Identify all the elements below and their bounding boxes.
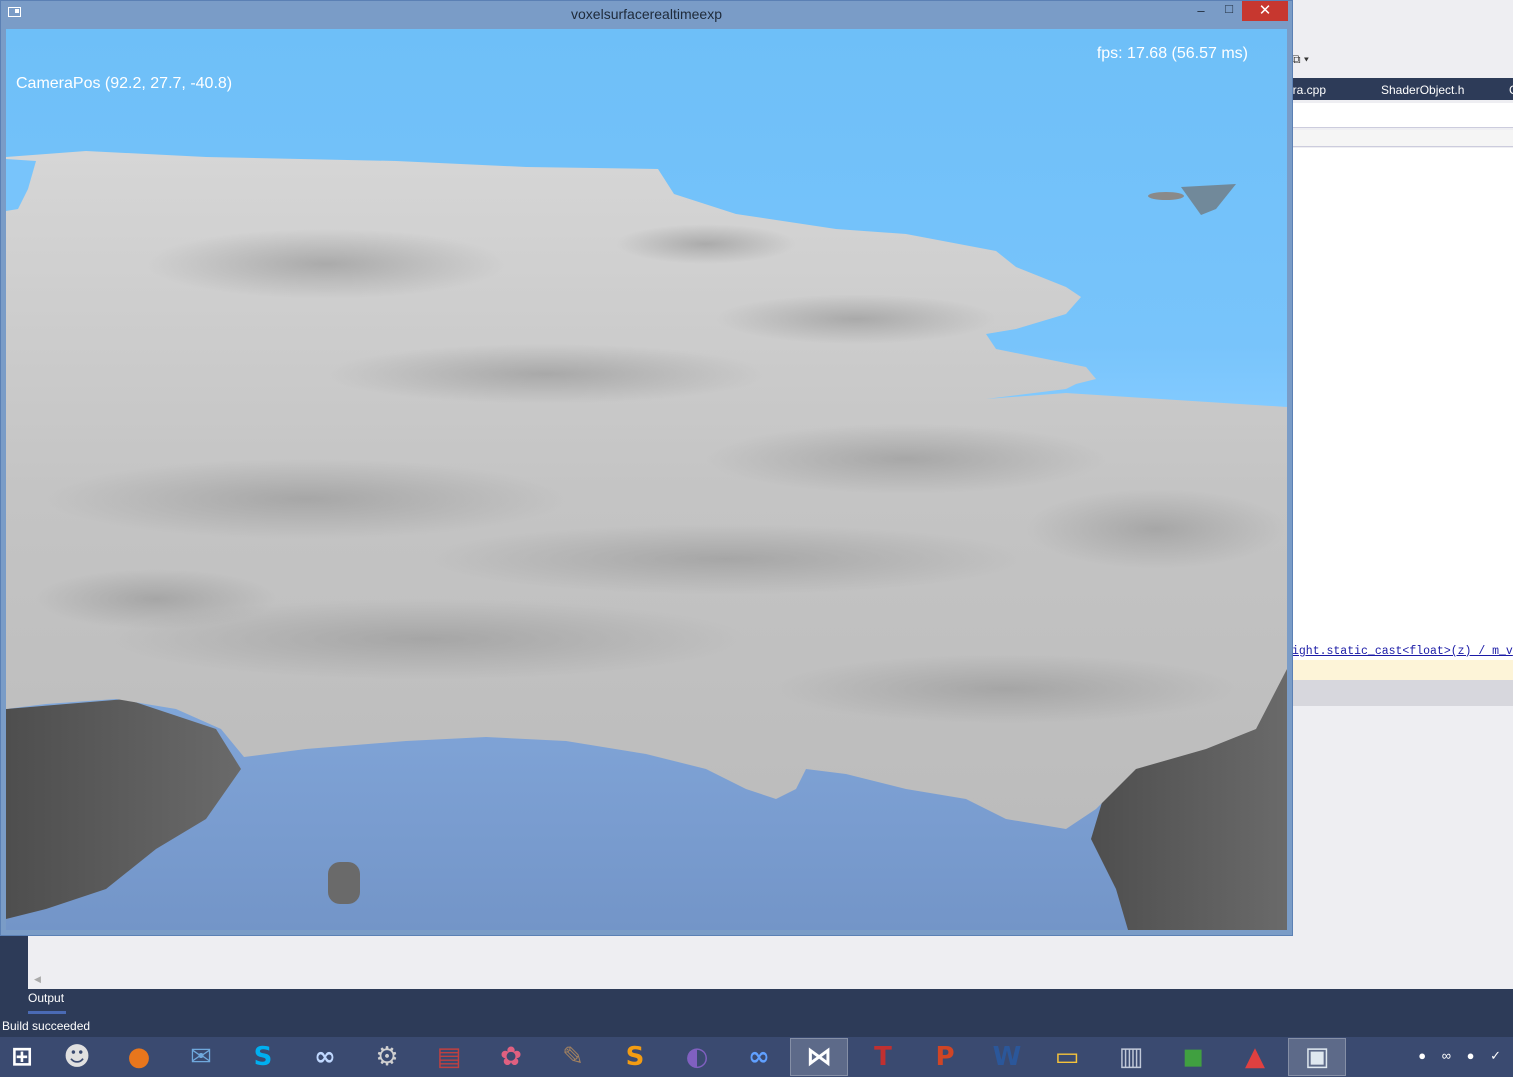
shadow-1: [146, 229, 506, 299]
output-tab-bar: Output: [0, 989, 1513, 1015]
sublime-text-taskbar-button[interactable]: S: [606, 1038, 664, 1076]
shadow-2: [616, 224, 796, 264]
triangle-app-icon: ▲: [1245, 1042, 1265, 1072]
powerpoint-taskbar-button[interactable]: P: [916, 1038, 974, 1076]
firefox-taskbar-button[interactable]: ●: [110, 1038, 168, 1076]
skype-icon: S: [253, 1042, 273, 1072]
visual-studio-taskbar-button[interactable]: ⋈: [790, 1038, 848, 1076]
paint-app-icon: ✿: [500, 1042, 522, 1072]
thunderbird-icon: ✉: [190, 1042, 212, 1072]
infinity-app-icon: ∞: [748, 1042, 770, 1072]
output-panel: [28, 936, 1513, 990]
texmaker-icon: T: [874, 1042, 892, 1072]
3d-viewport[interactable]: fps: 17.68 (56.57 ms) CameraPos (92.2, 2…: [6, 29, 1287, 930]
system-monitor-taskbar-button[interactable]: ▥: [1102, 1038, 1160, 1076]
camera-position: CameraPos (92.2, 27.7, -40.8): [16, 75, 233, 92]
floating-rock-near: [328, 862, 360, 904]
ide-titlebar: ⧉ ▾: [1292, 0, 1513, 76]
maximize-button[interactable]: □: [1215, 1, 1243, 21]
start-button-taskbar-button[interactable]: ⊞: [0, 1038, 44, 1076]
gimp-taskbar-button[interactable]: ✎: [544, 1038, 602, 1076]
chain-app-icon: ∞: [314, 1042, 336, 1072]
eclipse-taskbar-button[interactable]: ◐: [668, 1038, 726, 1076]
shadow-8: [1026, 489, 1286, 569]
green-app-taskbar-button[interactable]: ◼: [1164, 1038, 1222, 1076]
green-app-icon: ◼: [1182, 1042, 1204, 1072]
code-line[interactable]: ight.static_cast<float>(z) / m_v: [1292, 645, 1513, 658]
alien-app-icon: ☻: [63, 1042, 91, 1072]
ide-navigation-bar[interactable]: [1292, 103, 1513, 128]
window-app-taskbar-button[interactable]: ▣: [1288, 1038, 1346, 1076]
window-titlebar[interactable]: voxelsurfacerealtimeexp – □ ✕: [1, 1, 1292, 28]
active-tab-indicator: [28, 1011, 66, 1014]
terrain-render: [6, 151, 1287, 930]
shadow-10: [776, 654, 1236, 724]
minimize-button[interactable]: –: [1187, 3, 1215, 23]
shadow-7: [426, 524, 1026, 594]
status-bar: Build succeeded: [0, 1015, 1513, 1037]
ide-toolbar-overflow-icon[interactable]: ⧉ ▾: [1292, 52, 1309, 67]
triangle-app-taskbar-button[interactable]: ▲: [1226, 1038, 1284, 1076]
system-monitor-icon: ▥: [1118, 1042, 1144, 1072]
tab-output[interactable]: Output: [28, 991, 64, 1005]
chain-app-taskbar-button[interactable]: ∞: [296, 1038, 354, 1076]
rock-lower-left: [6, 699, 241, 919]
thunderbird-taskbar-button[interactable]: ✉: [172, 1038, 230, 1076]
shadow-4: [326, 344, 766, 404]
ide-tab-strip: era.cpp ShaderObject.h C: [1292, 78, 1513, 100]
scroll-left-icon[interactable]: ◀: [34, 974, 41, 985]
floating-rock-spikes: [1181, 184, 1236, 215]
word-taskbar-button[interactable]: W: [978, 1038, 1036, 1076]
shadow-5: [706, 424, 1106, 494]
fps-counter: fps: 17.68 (56.57 ms): [1096, 45, 1248, 62]
floating-rock-far: [1148, 192, 1184, 200]
highlighted-line: [1292, 660, 1513, 680]
powerpoint-icon: P: [935, 1042, 955, 1072]
tab-camera-cpp[interactable]: era.cpp: [1292, 83, 1326, 97]
keyboard-app-icon: ▤: [436, 1042, 462, 1072]
build-status: Build succeeded: [2, 1019, 91, 1033]
texmaker-taskbar-button[interactable]: T: [854, 1038, 912, 1076]
system-tray[interactable]: ● ∞ ● ✓: [1418, 1048, 1507, 1064]
eclipse-icon: ◐: [685, 1042, 709, 1072]
paint-app-taskbar-button[interactable]: ✿: [482, 1038, 540, 1076]
gimp-icon: ✎: [562, 1042, 584, 1072]
keyboard-app-taskbar-button[interactable]: ▤: [420, 1038, 478, 1076]
steam-icon: ⚙: [375, 1042, 399, 1072]
infinity-app-taskbar-button[interactable]: ∞: [730, 1038, 788, 1076]
window-title: voxelsurfacerealtimeexp: [571, 6, 722, 22]
sublime-text-icon: S: [625, 1042, 645, 1072]
word-icon: W: [992, 1042, 1022, 1072]
shadow-11: [36, 569, 276, 629]
shadow-3: [716, 294, 996, 344]
alien-app-taskbar-button[interactable]: ☻: [48, 1038, 106, 1076]
code-editor[interactable]: [1292, 148, 1513, 678]
ide-window: ⧉ ▾ era.cpp ShaderObject.h C ight.static…: [1292, 0, 1513, 990]
visual-studio-icon: ⋈: [806, 1042, 832, 1072]
file-explorer-icon: ▭: [1054, 1042, 1080, 1072]
firefox-icon: ●: [127, 1042, 151, 1072]
tab-overflow[interactable]: C: [1509, 83, 1513, 97]
app-window: voxelsurfacerealtimeexp – □ ✕ fps: 17.68…: [0, 0, 1293, 936]
window-app-icon: ▣: [1304, 1042, 1330, 1072]
start-button-icon: ⊞: [11, 1042, 33, 1072]
skype-taskbar-button[interactable]: S: [234, 1038, 292, 1076]
close-button[interactable]: ✕: [1242, 1, 1288, 21]
file-explorer-taskbar-button[interactable]: ▭: [1038, 1038, 1096, 1076]
ide-left-panel: [0, 936, 28, 990]
shadow-6: [46, 459, 566, 539]
tab-shaderobject-h[interactable]: ShaderObject.h: [1381, 83, 1464, 97]
ide-ruler: [1292, 130, 1513, 147]
editor-scroll-area[interactable]: [1292, 680, 1513, 706]
taskbar: ⊞ ☻ ● ✉ S ∞ ⚙ ▤ ✿ ✎ S ◐ ∞ ⋈ T P W ▭ ▥ ◼ ▲ ▣ ● ∞ ● ✓: [0, 1037, 1513, 1077]
steam-taskbar-button[interactable]: ⚙: [358, 1038, 416, 1076]
